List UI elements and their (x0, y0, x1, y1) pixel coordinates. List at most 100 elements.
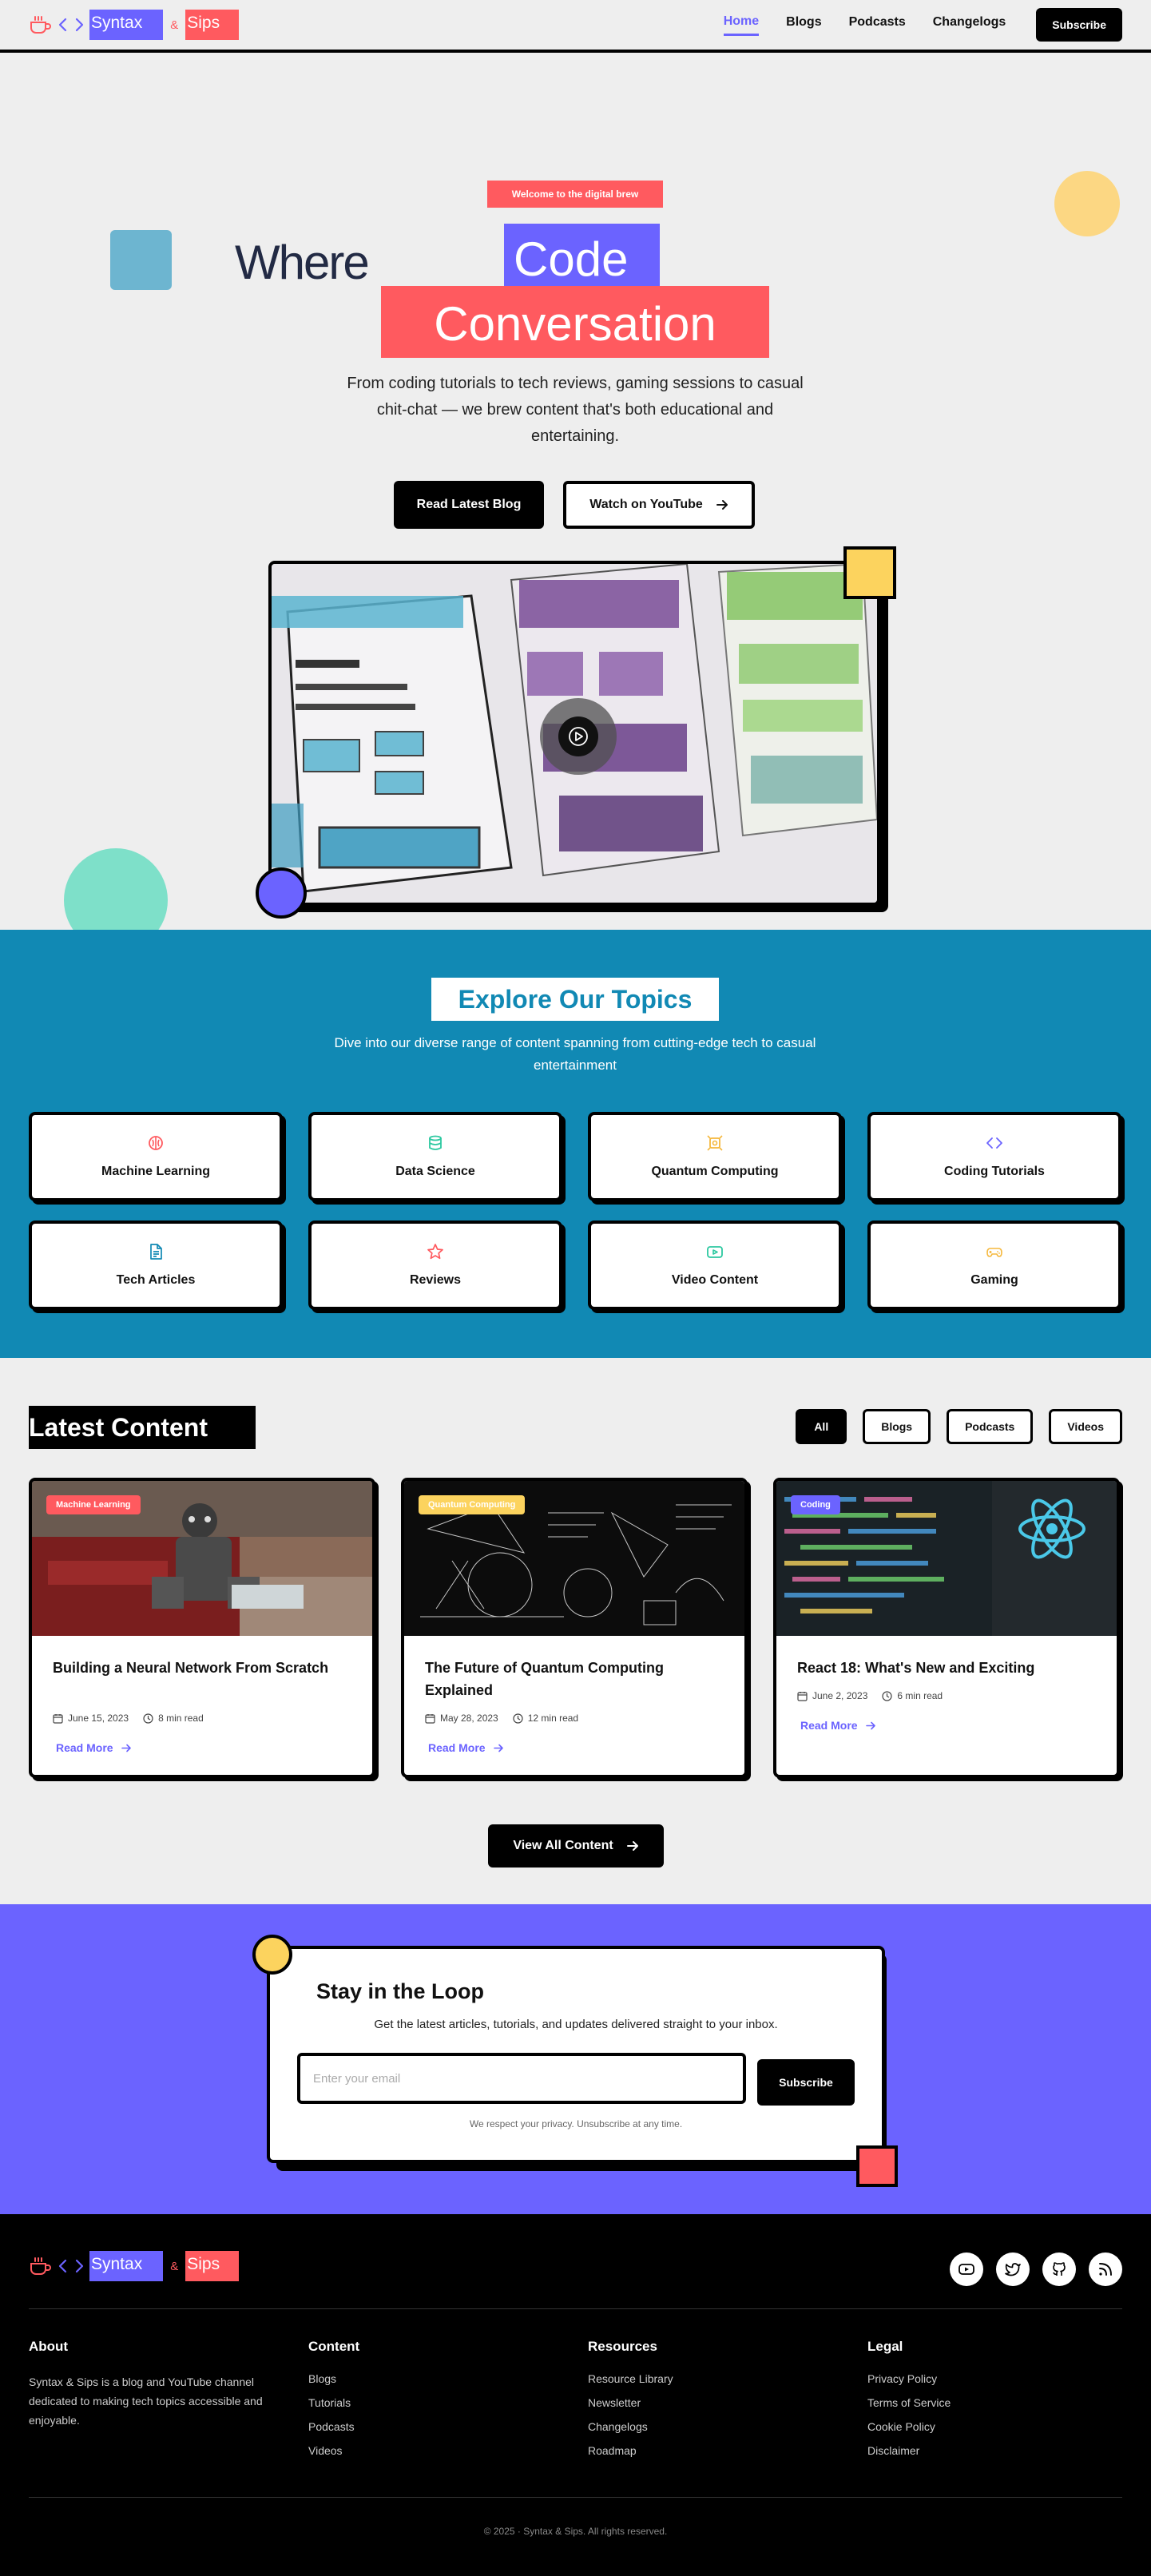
content-card[interactable]: Quantum Computing The Future of Quantum … (401, 1478, 748, 1778)
youtube-link[interactable] (950, 2253, 983, 2286)
card-date-text: June 15, 2023 (68, 1713, 129, 1724)
code-brackets-icon (58, 18, 84, 32)
newsletter-privacy-note: We respect your privacy. Unsubscribe at … (469, 2118, 683, 2129)
footer-link-newsletter[interactable]: Newsletter (588, 2396, 867, 2409)
topic-card-gaming[interactable]: Gaming (867, 1221, 1121, 1310)
watch-youtube-label: Watch on YouTube (589, 498, 703, 511)
social-links (950, 2253, 1122, 2286)
card-title[interactable]: Building a Neural Network From Scratch (53, 1657, 351, 1705)
card-title[interactable]: React 18: What's New and Exciting (797, 1657, 1096, 1682)
topic-card-data-science[interactable]: Data Science (308, 1112, 562, 1201)
footer-link-disclaimer[interactable]: Disclaimer (867, 2444, 1147, 2457)
category-tag: Coding (791, 1495, 840, 1514)
footer-link-podcasts[interactable]: Podcasts (308, 2420, 588, 2433)
card-body: Building a Neural Network From Scratch J… (32, 1636, 372, 1754)
brain-icon (149, 1136, 163, 1150)
topic-card-video-content[interactable]: Video Content (588, 1221, 842, 1310)
card-read-time-text: 6 min read (897, 1690, 943, 1701)
brand-word-syntax: Syntax (89, 2251, 164, 2281)
filter-podcasts[interactable]: Podcasts (947, 1409, 1034, 1444)
coffee-cup-icon (30, 16, 51, 34)
twitter-link[interactable] (996, 2253, 1030, 2286)
play-button[interactable] (540, 698, 617, 775)
read-more-link[interactable]: Read More (53, 1741, 351, 1754)
clock-icon (143, 1713, 153, 1724)
footer-link-roadmap[interactable]: Roadmap (588, 2444, 867, 2457)
nav-link-home[interactable]: Home (723, 14, 760, 36)
filter-videos[interactable]: Videos (1049, 1409, 1122, 1444)
read-more-link[interactable]: Read More (797, 1719, 1096, 1732)
card-date-text: June 2, 2023 (812, 1690, 868, 1701)
calendar-icon (797, 1691, 808, 1701)
category-tag: Quantum Computing (419, 1495, 526, 1514)
hero-subtitle: From coding tutorials to tech reviews, g… (347, 375, 804, 445)
card-image: Coding (776, 1481, 1117, 1636)
decorative-circle (1054, 171, 1120, 236)
play-icon (569, 727, 588, 746)
card-meta: June 15, 2023 8 min read (53, 1713, 351, 1724)
card-body: The Future of Quantum Computing Explaine… (404, 1636, 744, 1754)
brand-logo[interactable]: Syntax & Sips (29, 10, 240, 40)
footer-heading: Resources (588, 2339, 657, 2354)
content-card[interactable]: Coding React 18: What's New and Exciting… (773, 1478, 1120, 1778)
video-icon (707, 1246, 723, 1258)
card-meta: June 2, 2023 6 min read (797, 1690, 1096, 1701)
card-date: June 15, 2023 (53, 1713, 129, 1724)
newsletter-subscribe-button[interactable]: Subscribe (757, 2059, 855, 2106)
brand-word-sips: Sips (185, 10, 240, 40)
footer-about-text: Syntax & Sips is a blog and YouTube chan… (29, 2376, 263, 2427)
hero-heading-word: Where (235, 236, 370, 289)
view-all-content-button[interactable]: View All Content (488, 1824, 664, 1868)
code-icon (986, 1137, 1002, 1149)
brand-ampersand: & (170, 18, 179, 32)
footer-link-videos[interactable]: Videos (308, 2444, 588, 2457)
nav-link-blogs[interactable]: Blogs (786, 15, 821, 34)
newsletter-title: Stay in the Loop (316, 1979, 485, 2003)
github-link[interactable] (1042, 2253, 1076, 2286)
topic-card-coding-tutorials[interactable]: Coding Tutorials (867, 1112, 1121, 1201)
hero-video[interactable] (268, 561, 880, 906)
rss-link[interactable] (1089, 2253, 1122, 2286)
hero-heading-highlight-conversation: Conversation (381, 286, 769, 358)
footer-link-resource-library[interactable]: Resource Library (588, 2372, 867, 2385)
card-image: Machine Learning (32, 1481, 372, 1636)
footer-link-cookie-policy[interactable]: Cookie Policy (867, 2420, 1147, 2433)
topic-card-machine-learning[interactable]: Machine Learning (29, 1112, 283, 1201)
coffee-cup-icon (30, 2257, 51, 2275)
play-icon-wrap (558, 716, 598, 756)
nav-link-podcasts[interactable]: Podcasts (849, 15, 906, 34)
card-title[interactable]: The Future of Quantum Computing Explaine… (425, 1657, 724, 1705)
hero-heading-highlight-code: Code (504, 224, 660, 296)
read-more-link[interactable]: Read More (425, 1741, 724, 1754)
topic-card-quantum-computing[interactable]: Quantum Computing (588, 1112, 842, 1201)
arrow-right-icon (716, 500, 728, 510)
content-card[interactable]: Machine Learning Building a Neural Netwo… (29, 1478, 375, 1778)
card-read-time-text: 8 min read (158, 1713, 204, 1724)
footer-link-privacy-policy[interactable]: Privacy Policy (867, 2372, 1147, 2385)
nav-link-changelogs[interactable]: Changelogs (933, 15, 1006, 34)
footer-link-blogs[interactable]: Blogs (308, 2372, 588, 2385)
decorative-square (110, 230, 172, 290)
gamepad-icon (986, 1248, 1002, 1257)
navbar: Syntax & Sips Home Blogs Podcasts Change… (0, 0, 1151, 53)
watch-youtube-button[interactable]: Watch on YouTube (563, 481, 755, 529)
topic-label: Gaming (970, 1273, 1018, 1287)
newsletter-email-input[interactable] (297, 2053, 746, 2104)
footer-link-terms-of-service[interactable]: Terms of Service (867, 2396, 1147, 2409)
decorative-square (843, 546, 896, 599)
footer-brand-logo[interactable]: Syntax & Sips (29, 2251, 240, 2281)
card-read-time: 6 min read (882, 1690, 943, 1701)
nav-subscribe-button[interactable]: Subscribe (1036, 8, 1122, 42)
footer-link-tutorials[interactable]: Tutorials (308, 2396, 588, 2409)
topic-card-tech-articles[interactable]: Tech Articles (29, 1221, 283, 1310)
topics-section: Explore Our Topics Dive into our diverse… (0, 930, 1151, 1358)
filter-all[interactable]: All (796, 1409, 847, 1444)
filter-blogs[interactable]: Blogs (863, 1409, 931, 1444)
topic-card-reviews[interactable]: Reviews (308, 1221, 562, 1310)
footer-about: About Syntax & Sips is a blog and YouTub… (29, 2339, 308, 2468)
view-all-label: View All Content (513, 1839, 613, 1852)
footer-link-changelogs[interactable]: Changelogs (588, 2420, 867, 2433)
read-latest-blog-button[interactable]: Read Latest Blog (394, 481, 544, 529)
footer-divider (29, 2497, 1122, 2498)
card-read-time-text: 12 min read (527, 1713, 579, 1724)
